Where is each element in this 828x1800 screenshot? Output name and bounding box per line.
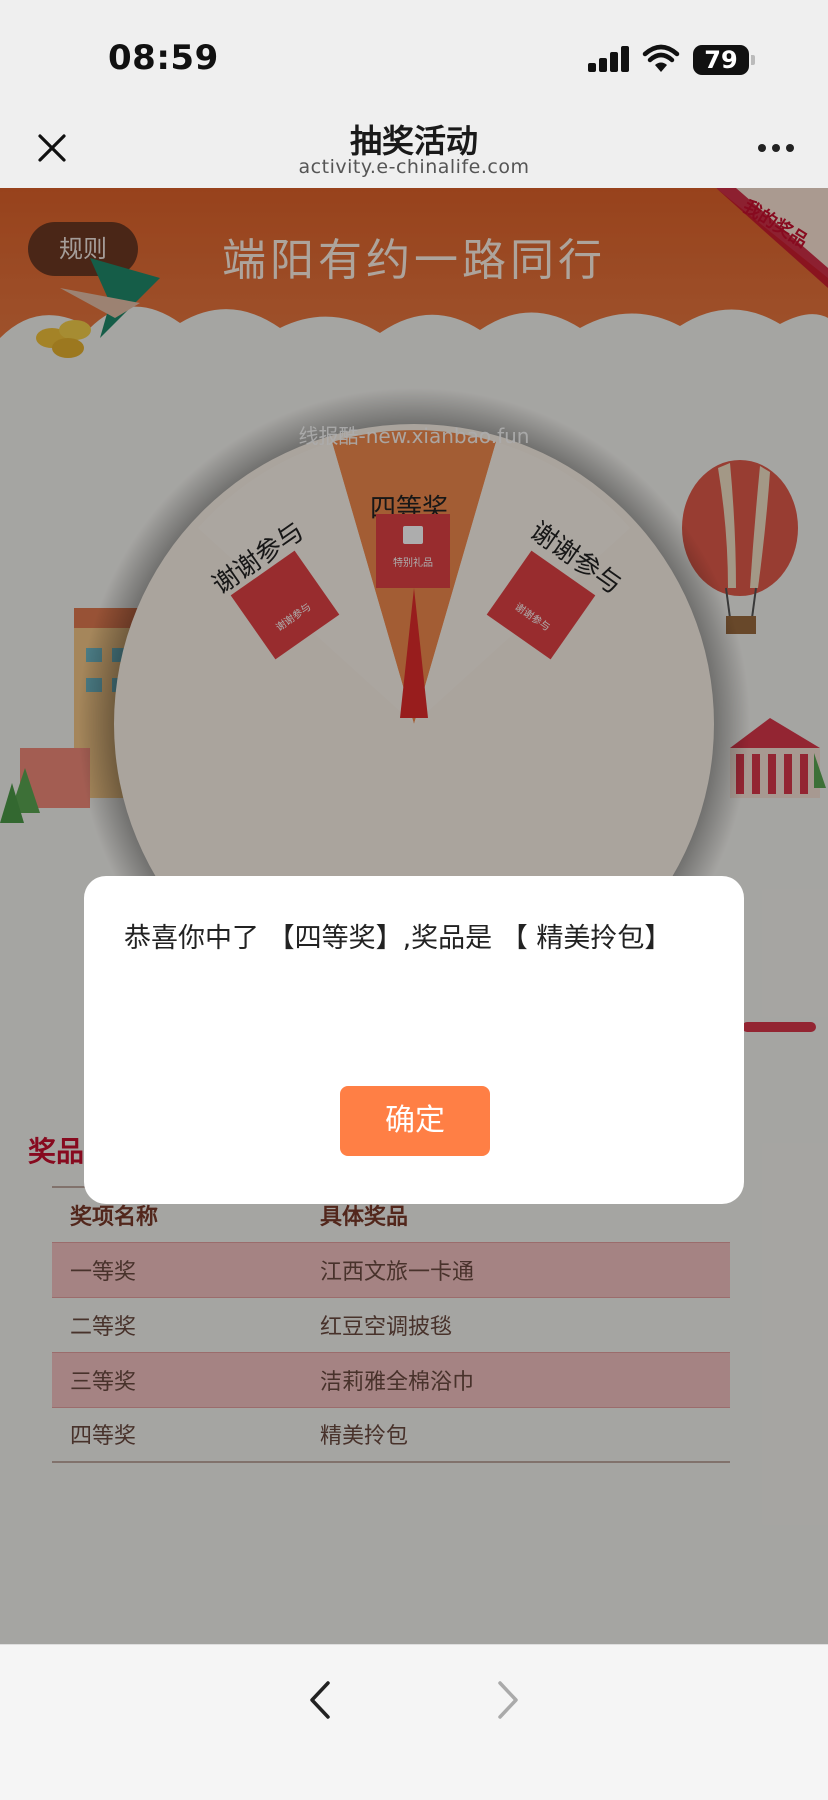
signal-icon (588, 46, 630, 72)
battery-icon: 79 (693, 45, 755, 75)
status-time: 08:59 (108, 38, 219, 78)
battery-level: 79 (704, 46, 738, 74)
page-url: activity.e-chinalife.com (298, 156, 530, 178)
browser-toolbar (0, 1644, 828, 1800)
back-icon[interactable] (302, 1675, 338, 1725)
more-icon[interactable] (754, 144, 798, 154)
dialog-message: 恭喜你中了 【四等奖】,奖品是 【 精美拎包】 (124, 923, 672, 954)
wifi-icon (642, 44, 680, 72)
confirm-button[interactable]: 确定 (340, 1086, 490, 1156)
forward-icon[interactable] (490, 1675, 526, 1725)
nav-bar: 抽奖活动 activity.e-chinalife.com (0, 108, 828, 188)
activity-page: 端阳有约一路同行 规则 我的奖品 线报酷-new.xianbao.fun 谢谢参… (0, 188, 828, 1644)
result-dialog: 恭喜你中了 【四等奖】,奖品是 【 精美拎包】 确定 (84, 876, 744, 1204)
status-bar: 08:59 79 (0, 0, 828, 108)
